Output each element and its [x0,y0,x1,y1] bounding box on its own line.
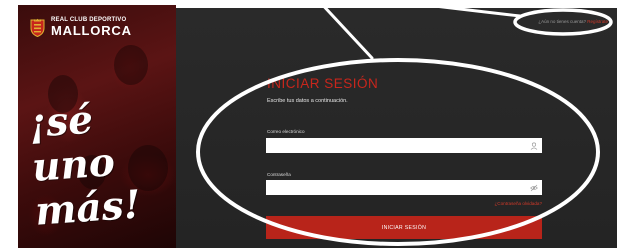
user-icon [530,142,538,150]
page: REAL CLUB DEPORTIVO MALLORCA ¡sé uno más… [0,0,617,248]
email-label: Correo electrónico [267,129,305,134]
club-name-line2: MALLORCA [51,23,132,38]
forgot-password-link[interactable]: ¿Contraseña olvidada? [495,201,543,206]
club-crest-icon [30,18,45,37]
login-title: INICIAR SESIÓN [267,76,379,91]
email-field[interactable] [266,138,542,153]
login-subtitle: Escribe tus datos a continuación. [267,98,348,104]
password-label: Contraseña [267,172,291,177]
eye-slash-icon[interactable] [530,184,538,192]
slogan: ¡sé uno más! [27,92,176,235]
slogan-line: más! [33,181,143,235]
login-panel: ¿Aún no tienes cuenta? Regístrate INICIA… [176,8,617,248]
signup-prompt: ¿Aún no tienes cuenta? Regístrate [538,19,608,24]
club-logo[interactable]: REAL CLUB DEPORTIVO MALLORCA [30,17,132,37]
register-link[interactable]: Regístrate [587,19,608,24]
crowd-shape [114,45,148,85]
login-submit-button[interactable]: INICIAR SESIÓN [266,216,542,239]
hero-photo-panel: REAL CLUB DEPORTIVO MALLORCA ¡sé uno más… [18,5,176,248]
signup-prompt-text: ¿Aún no tienes cuenta? [538,19,586,24]
club-name: REAL CLUB DEPORTIVO MALLORCA [51,17,132,37]
password-field[interactable] [266,180,542,195]
